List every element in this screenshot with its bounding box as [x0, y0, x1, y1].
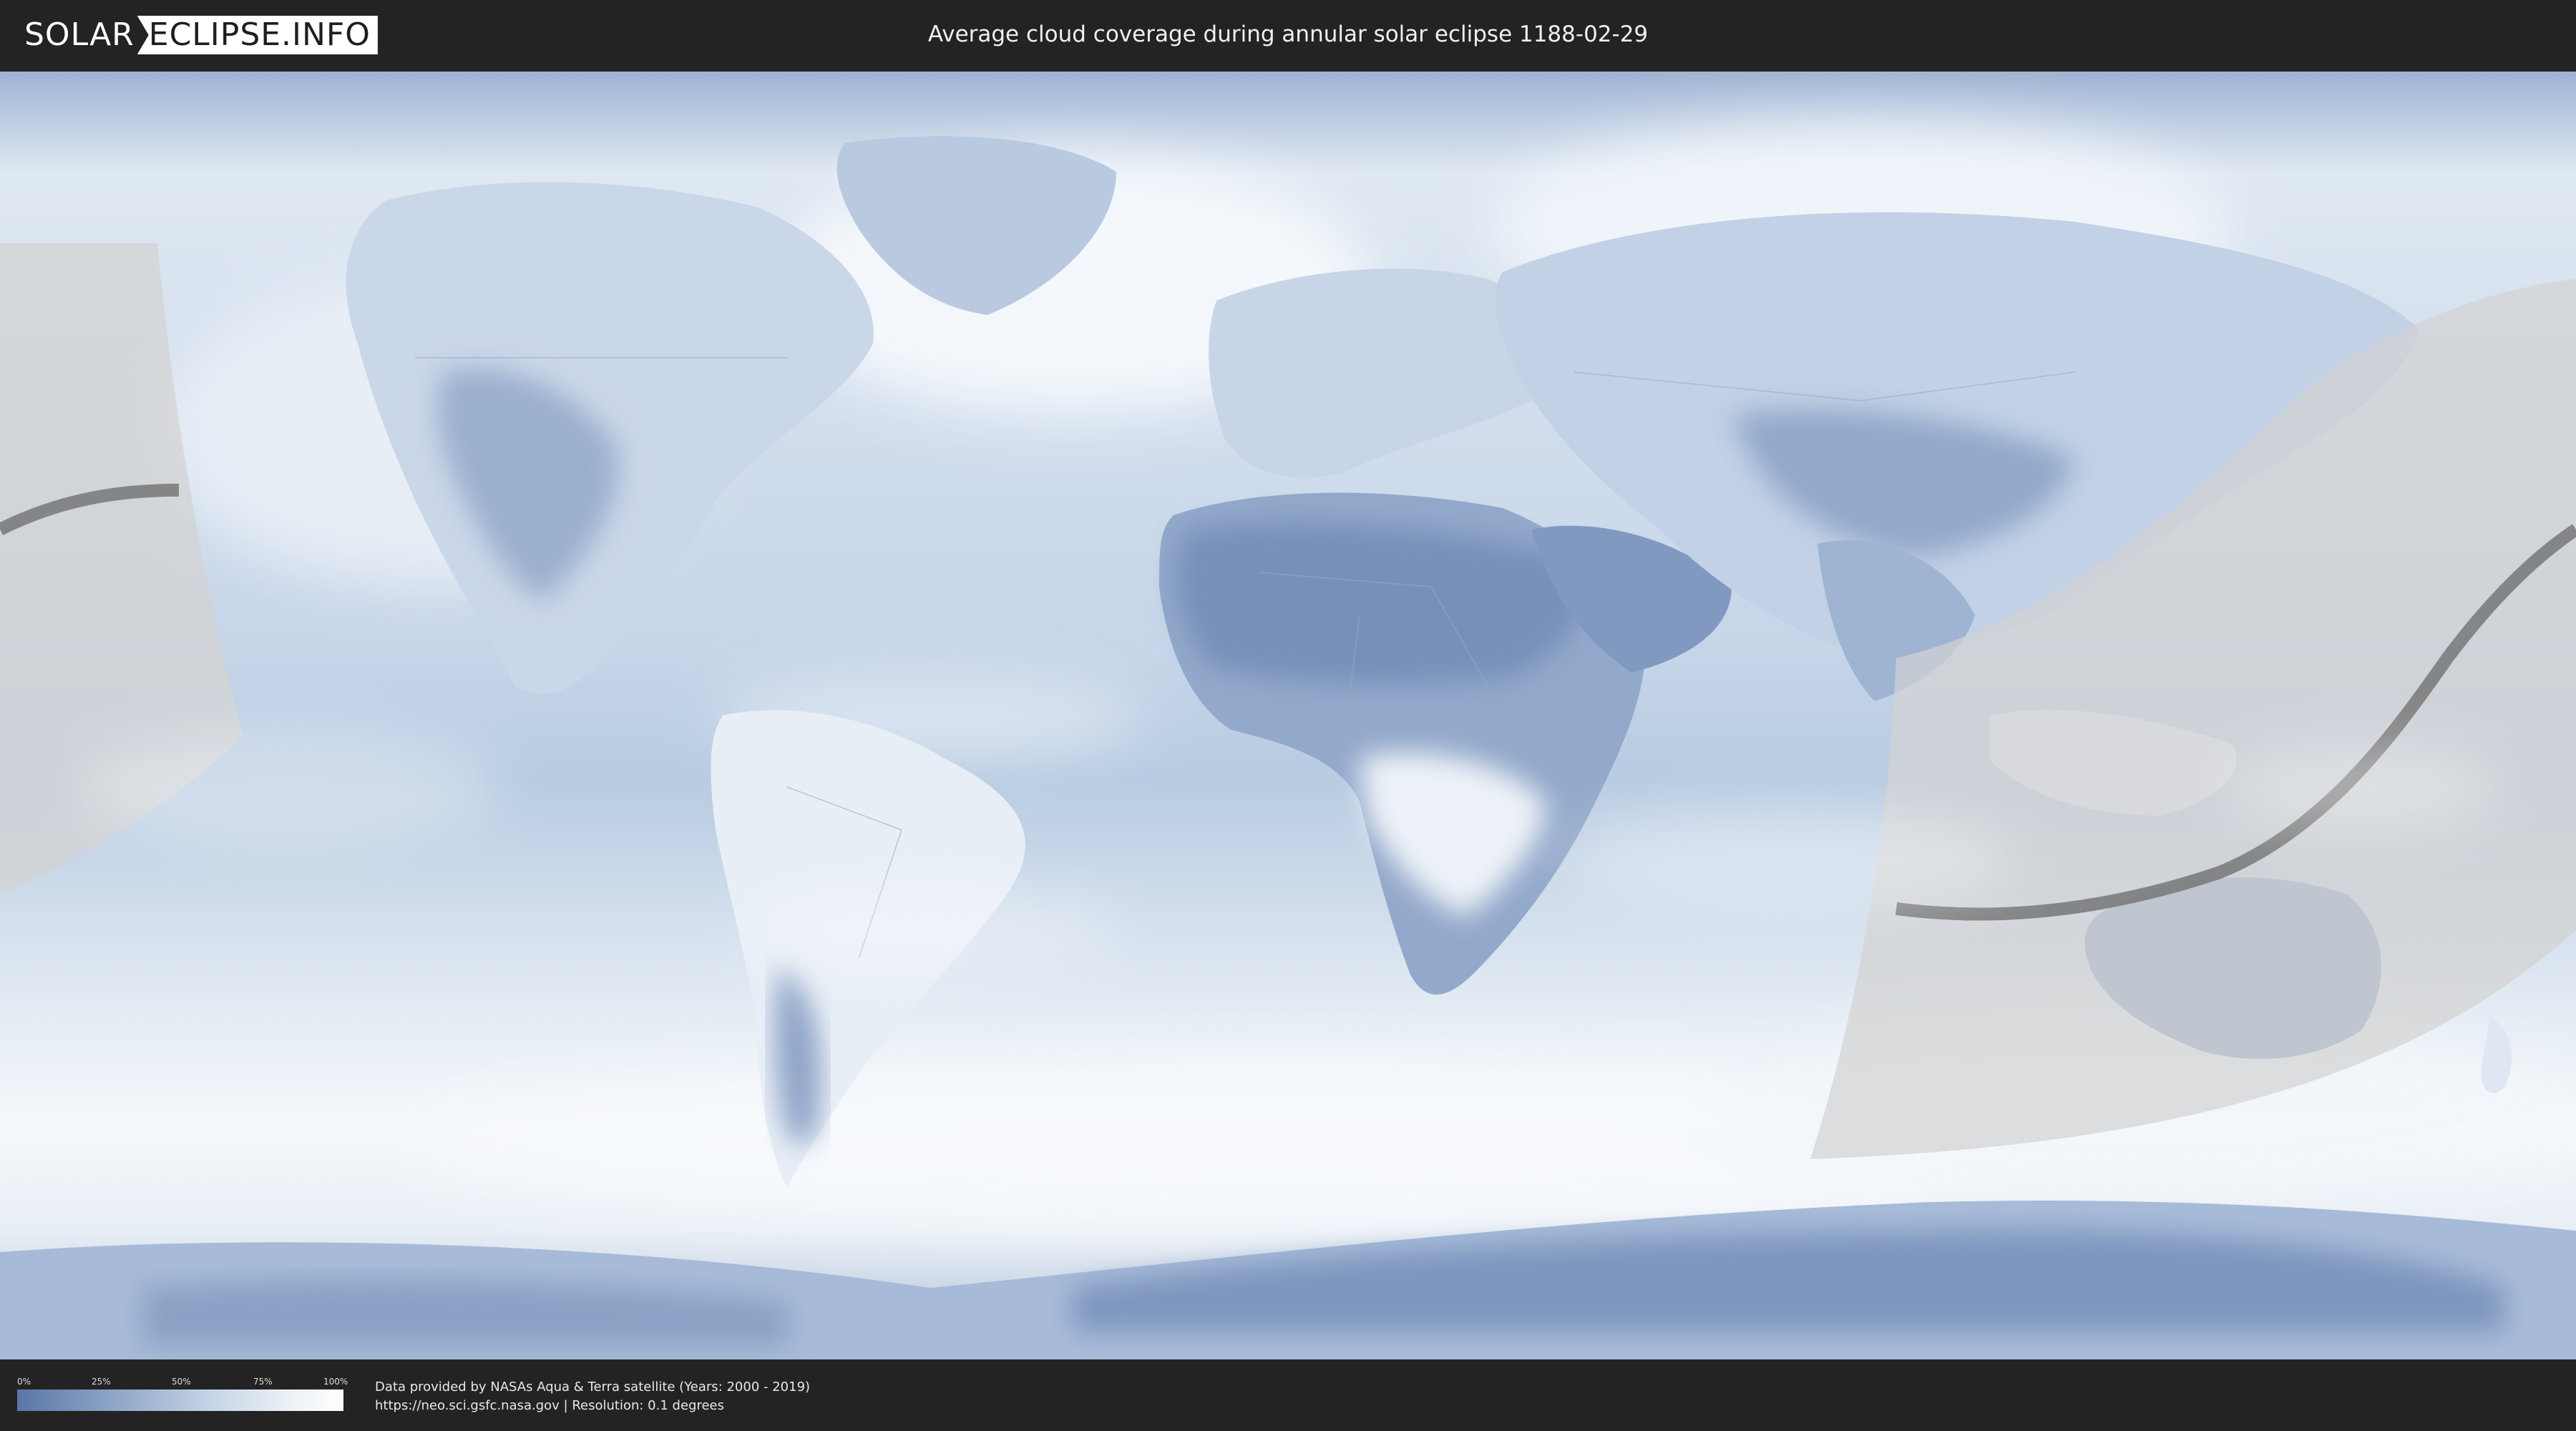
legend-tick: 25%: [92, 1377, 111, 1387]
legend-tick: 100%: [323, 1377, 348, 1387]
footer-bar: 0% 25% 50% 75% 100% Data provided by NAS…: [0, 1359, 2576, 1431]
cloud-coverage-legend: 0% 25% 50% 75% 100%: [17, 1377, 348, 1411]
header-bar: SOLAR ECLIPSE.INFO Average cloud coverag…: [0, 0, 2576, 72]
legend-tick: 50%: [172, 1377, 191, 1387]
legend-ticks: 0% 25% 50% 75% 100%: [17, 1377, 348, 1390]
source-line-1: Data provided by NASAs Aqua & Terra sate…: [375, 1379, 811, 1395]
source-line-2: https://neo.sci.gsfc.nasa.gov | Resoluti…: [375, 1398, 724, 1413]
world-map-svg: [0, 72, 2576, 1359]
legend-color-bar: [17, 1390, 343, 1411]
page-title: Average cloud coverage during annular so…: [927, 21, 1649, 47]
legend-tick: 0%: [17, 1377, 31, 1387]
data-source-text: Data provided by NASAs Aqua & Terra sate…: [375, 1378, 810, 1415]
page: SOLAR ECLIPSE.INFO Average cloud coverag…: [0, 0, 2576, 1431]
legend-tick: 75%: [253, 1377, 273, 1387]
cloud-coverage-map[interactable]: [0, 72, 2576, 1359]
